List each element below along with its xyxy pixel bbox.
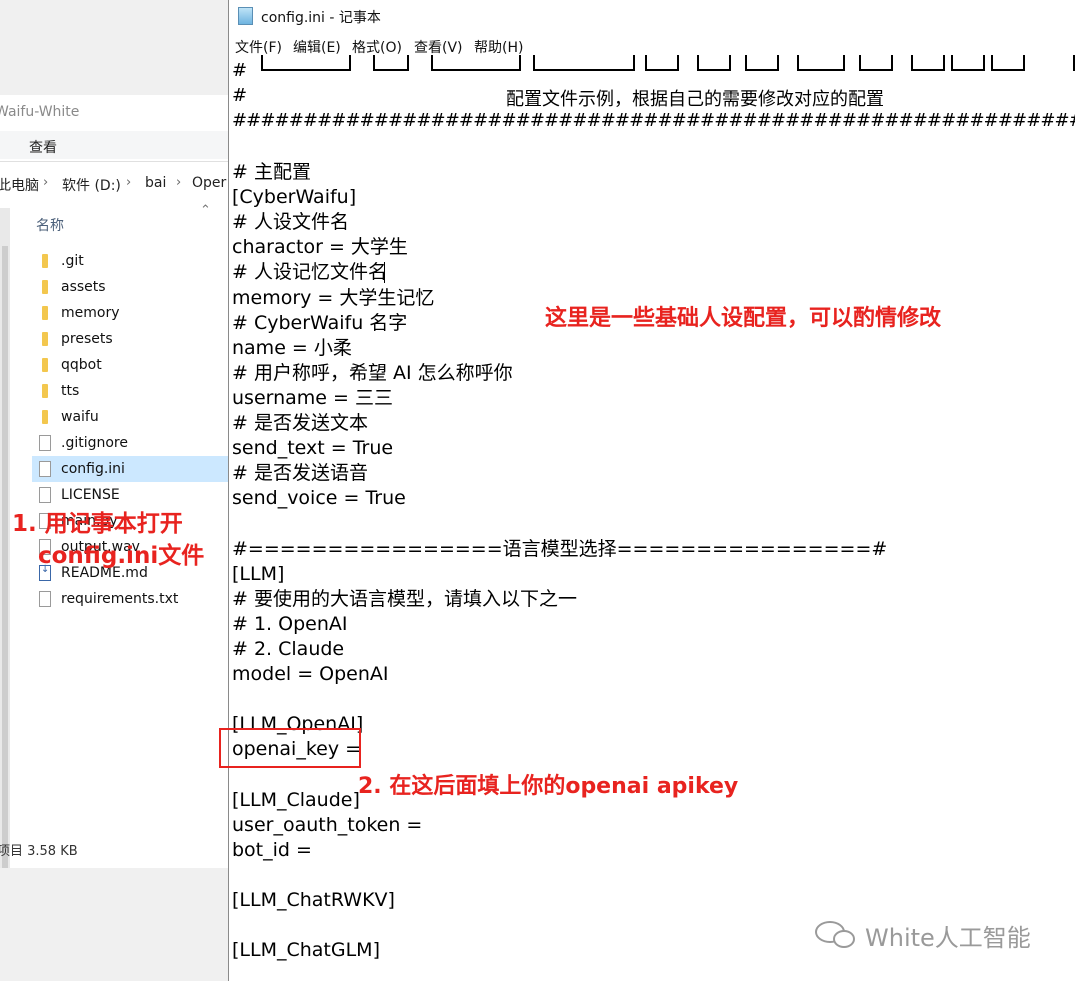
watermark-text: White人工智能 (865, 924, 1031, 952)
sort-chevron-up-icon: ⌃ (200, 203, 211, 218)
ribbon-tab-view[interactable]: 查看 (29, 137, 57, 157)
title-bar[interactable]: config.ini - 记事本 (229, 0, 1080, 32)
annotation-persona-note: 这里是一些基础人设配置，可以酌情修改 (545, 306, 942, 331)
config-line: # 人设记忆文件名 (232, 261, 387, 284)
vertical-scrollbar[interactable] (1075, 57, 1080, 981)
breadcrumb-bai[interactable]: bai (145, 175, 166, 191)
config-line: # 1. OpenAI (232, 612, 348, 635)
list-item[interactable]: presets (32, 326, 230, 352)
annotation-step1-line2: config.ini文件 (38, 543, 205, 569)
list-item[interactable]: qqbot (32, 352, 230, 378)
file-explorer-window: Waifu-White 查看 此电脑 › 软件 (D:) › bai › Ope… (0, 95, 230, 868)
config-line: username = 三三 (232, 386, 393, 409)
notepad-app-icon (238, 7, 253, 25)
list-item[interactable]: assets (32, 274, 230, 300)
menu-file[interactable]: 文件(F) (235, 37, 282, 57)
window-title: config.ini - 记事本 (261, 10, 381, 26)
list-item[interactable]: .gitignore (32, 430, 230, 456)
menu-edit[interactable]: 编辑(E) (293, 37, 341, 57)
config-line: [CyberWaifu] (232, 186, 357, 209)
file-name: waifu (61, 409, 99, 425)
breadcrumb-open[interactable]: Oper (192, 175, 226, 191)
file-name: requirements.txt (61, 591, 179, 607)
config-line: [LLM_Claude] (232, 788, 360, 811)
breadcrumb[interactable]: 此电脑 › 软件 (D:) › bai › Oper (0, 173, 230, 195)
status-bar-text: 项目 3.58 KB (0, 844, 78, 859)
config-line: user_oauth_token = (232, 813, 423, 836)
config-line: charactor = 大学生 (232, 236, 408, 259)
file-name: assets (61, 279, 106, 295)
folder-icon (42, 410, 48, 424)
file-name: memory (61, 305, 120, 321)
breadcrumb-this-pc[interactable]: 此电脑 (0, 175, 39, 195)
file-name: config.ini (61, 461, 125, 477)
config-line: # 用户称呼，希望 AI 怎么称呼你 (232, 361, 513, 384)
config-line: # 2. Claude (232, 637, 345, 660)
text-editor-area[interactable]: # # 配置文件示例，根据自己的需要修改对应的配置 ##############… (229, 55, 1080, 981)
config-line: bot_id = (232, 838, 312, 861)
folder-icon (42, 358, 48, 372)
config-line: # 是否发送语音 (232, 462, 368, 485)
config-line: send_voice = True (232, 487, 406, 510)
list-item[interactable]: .git (32, 248, 230, 274)
file-name: LICENSE (61, 487, 120, 503)
annotation-step1-line1: 1. 用记事本打开 (12, 511, 183, 537)
menu-help[interactable]: 帮助(H) (474, 37, 523, 57)
hash-divider-line: ########################################… (232, 110, 1080, 131)
folder-icon (42, 306, 48, 320)
config-line: [LLM_ChatRWKV] (232, 888, 395, 911)
list-item[interactable]: waifu (32, 404, 230, 430)
chevron-right-icon: › (126, 175, 132, 190)
list-item[interactable]: tts (32, 378, 230, 404)
chevron-right-icon: › (43, 175, 49, 190)
list-item[interactable]: requirements.txt (32, 586, 230, 612)
file-name: qqbot (61, 357, 102, 373)
file-icon (39, 435, 51, 451)
config-line: # 是否发送文本 (232, 412, 368, 434)
chevron-right-icon: › (176, 175, 182, 190)
annotation-step2: 2. 在这后面填上你的openai apikey (358, 774, 739, 799)
config-line: send_text = True (232, 437, 394, 460)
config-line: # CyberWaifu 名字 (232, 311, 408, 334)
folder-icon (42, 280, 48, 294)
hash-char: # (232, 60, 248, 81)
file-name: tts (61, 383, 80, 399)
config-file-icon (39, 461, 51, 477)
menu-format[interactable]: 格式(O) (352, 37, 402, 57)
file-name: .git (61, 253, 84, 269)
scrollbar-thumb[interactable] (2, 246, 8, 868)
folder-icon (42, 332, 48, 346)
notepad-window: config.ini - 记事本 文件(F) 编辑(E) 格式(O) 查看(V)… (228, 0, 1080, 981)
ribbon-divider (0, 161, 230, 162)
folder-icon (42, 384, 48, 398)
config-line: # 主配置 (232, 161, 311, 183)
menu-view[interactable]: 查看(V) (414, 37, 463, 57)
config-line: # 人设文件名 (232, 211, 349, 234)
file-name: presets (61, 331, 113, 347)
config-line: name = 小柔 (232, 336, 352, 359)
list-item-selected[interactable]: config.ini (32, 456, 230, 482)
config-line: memory = 大学生记忆 (232, 286, 435, 309)
folder-icon (42, 254, 48, 268)
nav-pane-scrollbar[interactable] (0, 208, 10, 868)
wechat-bubble-icon (833, 930, 855, 948)
config-line: #================语言模型选择================# (232, 537, 888, 560)
config-line: [LLM_ChatGLM] (232, 939, 380, 962)
text-caret (384, 262, 385, 283)
file-name: .gitignore (61, 435, 128, 451)
config-line: # 要使用的大语言模型，请填入以下之一 (232, 587, 577, 610)
file-icon (39, 487, 51, 503)
explorer-ribbon: 查看 (0, 131, 230, 159)
file-icon (39, 591, 51, 607)
config-line: [LLM] (232, 562, 285, 585)
explorer-title: Waifu-White (0, 104, 80, 120)
column-header-name[interactable]: 名称 (36, 215, 64, 235)
config-line: model = OpenAI (232, 663, 389, 685)
highlight-box-openai-key (219, 728, 361, 768)
menu-bar: 文件(F) 编辑(E) 格式(O) 查看(V) 帮助(H) (229, 33, 1080, 57)
hash-char: # (232, 85, 248, 106)
list-item[interactable]: memory (32, 300, 230, 326)
breadcrumb-drive-d[interactable]: 软件 (D:) (62, 175, 121, 195)
